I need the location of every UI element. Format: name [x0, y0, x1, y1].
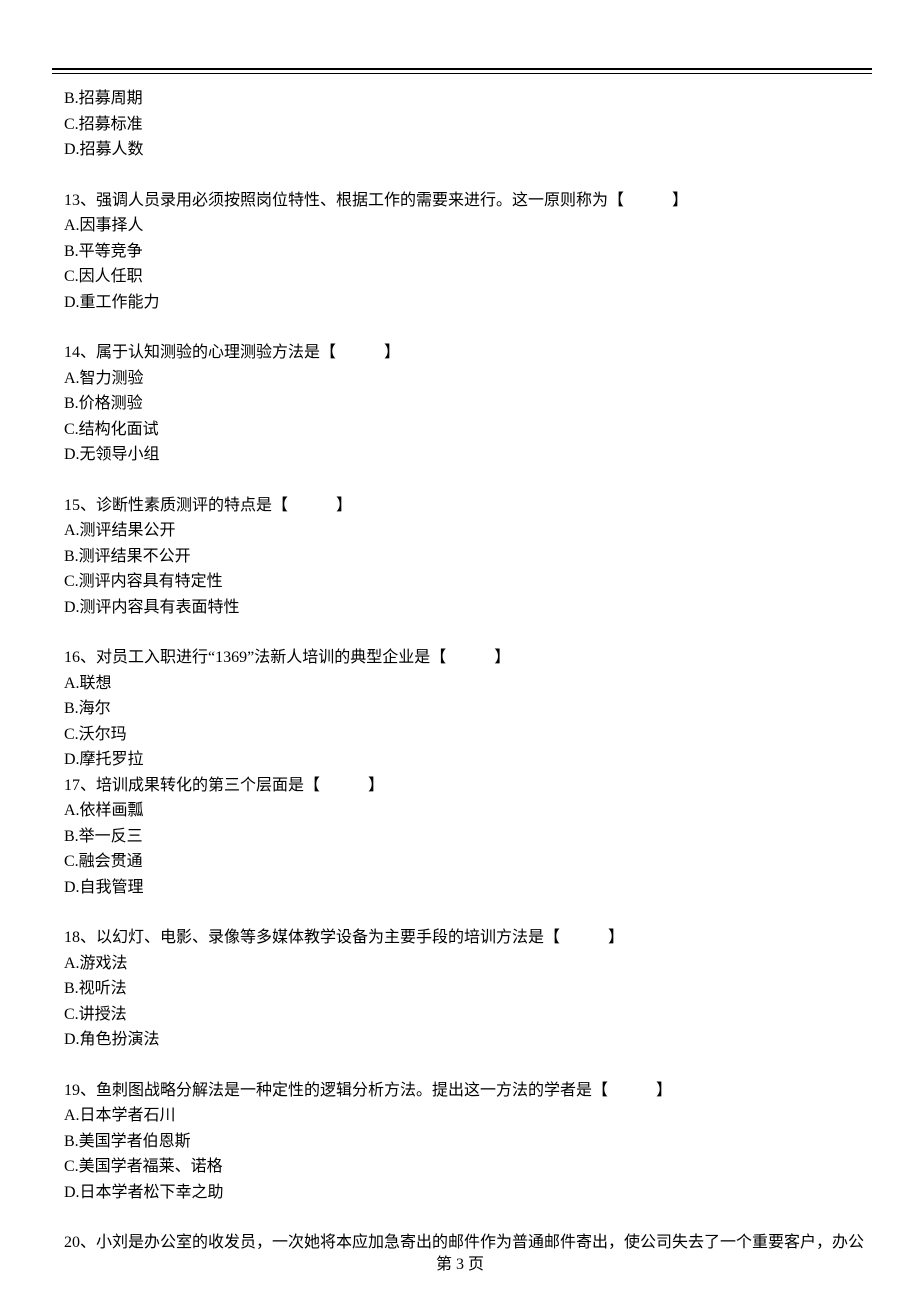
- page: B.招募周期 C.招募标准 D.招募人数 13、强调人员录用必须按照岗位特性、根…: [0, 0, 920, 1302]
- question-block: 16、对员工入职进行“1369”法新人培训的典型企业是【 】 A.联想 B.海尔…: [64, 645, 872, 773]
- option-text: D.无领导小组: [64, 442, 872, 468]
- option-text: D.自我管理: [64, 875, 872, 901]
- content-area: B.招募周期 C.招募标准 D.招募人数 13、强调人员录用必须按照岗位特性、根…: [0, 74, 920, 1256]
- option-text: B.举一反三: [64, 824, 872, 850]
- option-text: C.测评内容具有特定性: [64, 569, 872, 595]
- option-text: B.测评结果不公开: [64, 544, 872, 570]
- question-block: 17、培训成果转化的第三个层面是【 】 A.依样画瓢 B.举一反三 C.融会贯通…: [64, 773, 872, 901]
- option-text: C.融会贯通: [64, 849, 872, 875]
- question-block: 19、鱼刺图战略分解法是一种定性的逻辑分析方法。提出这一方法的学者是【 】 A.…: [64, 1078, 872, 1206]
- question-stem: 13、强调人员录用必须按照岗位特性、根据工作的需要来进行。这一原则称为【 】: [64, 188, 872, 214]
- option-text: A.游戏法: [64, 951, 872, 977]
- option-text: B.招募周期: [64, 86, 872, 112]
- option-text: B.价格测验: [64, 391, 872, 417]
- question-block: 15、诊断性素质测评的特点是【 】 A.测评结果公开 B.测评结果不公开 C.测…: [64, 493, 872, 621]
- option-text: D.测评内容具有表面特性: [64, 595, 872, 621]
- question-block: 14、属于认知测验的心理测验方法是【 】 A.智力测验 B.价格测验 C.结构化…: [64, 340, 872, 468]
- option-text: B.海尔: [64, 696, 872, 722]
- orphan-options-block: B.招募周期 C.招募标准 D.招募人数: [64, 86, 872, 163]
- option-text: B.视听法: [64, 976, 872, 1002]
- option-text: D.角色扮演法: [64, 1027, 872, 1053]
- question-stem: 15、诊断性素质测评的特点是【 】: [64, 493, 872, 519]
- option-text: A.联想: [64, 671, 872, 697]
- option-text: D.招募人数: [64, 137, 872, 163]
- option-text: C.招募标准: [64, 112, 872, 138]
- option-text: C.因人任职: [64, 264, 872, 290]
- question-block: 18、以幻灯、电影、录像等多媒体教学设备为主要手段的培训方法是【 】 A.游戏法…: [64, 925, 872, 1053]
- question-block: 13、强调人员录用必须按照岗位特性、根据工作的需要来进行。这一原则称为【 】 A…: [64, 188, 872, 316]
- option-text: A.测评结果公开: [64, 518, 872, 544]
- option-text: D.摩托罗拉: [64, 747, 872, 773]
- page-footer: 第 3 页: [0, 1250, 920, 1274]
- option-text: B.美国学者伯恩斯: [64, 1129, 872, 1155]
- option-text: A.日本学者石川: [64, 1103, 872, 1129]
- option-text: A.智力测验: [64, 366, 872, 392]
- option-text: C.讲授法: [64, 1002, 872, 1028]
- option-text: A.依样画瓢: [64, 798, 872, 824]
- option-text: B.平等竞争: [64, 239, 872, 265]
- question-stem: 16、对员工入职进行“1369”法新人培训的典型企业是【 】: [64, 645, 872, 671]
- question-stem: 19、鱼刺图战略分解法是一种定性的逻辑分析方法。提出这一方法的学者是【 】: [64, 1078, 872, 1104]
- option-text: C.沃尔玛: [64, 722, 872, 748]
- header-rule-wrap: [0, 0, 920, 74]
- question-stem: 17、培训成果转化的第三个层面是【 】: [64, 773, 872, 799]
- option-text: C.结构化面试: [64, 417, 872, 443]
- option-text: A.因事择人: [64, 213, 872, 239]
- option-text: D.重工作能力: [64, 290, 872, 316]
- question-stem: 18、以幻灯、电影、录像等多媒体教学设备为主要手段的培训方法是【 】: [64, 925, 872, 951]
- question-stem: 14、属于认知测验的心理测验方法是【 】: [64, 340, 872, 366]
- option-text: D.日本学者松下幸之助: [64, 1180, 872, 1206]
- option-text: C.美国学者福莱、诺格: [64, 1154, 872, 1180]
